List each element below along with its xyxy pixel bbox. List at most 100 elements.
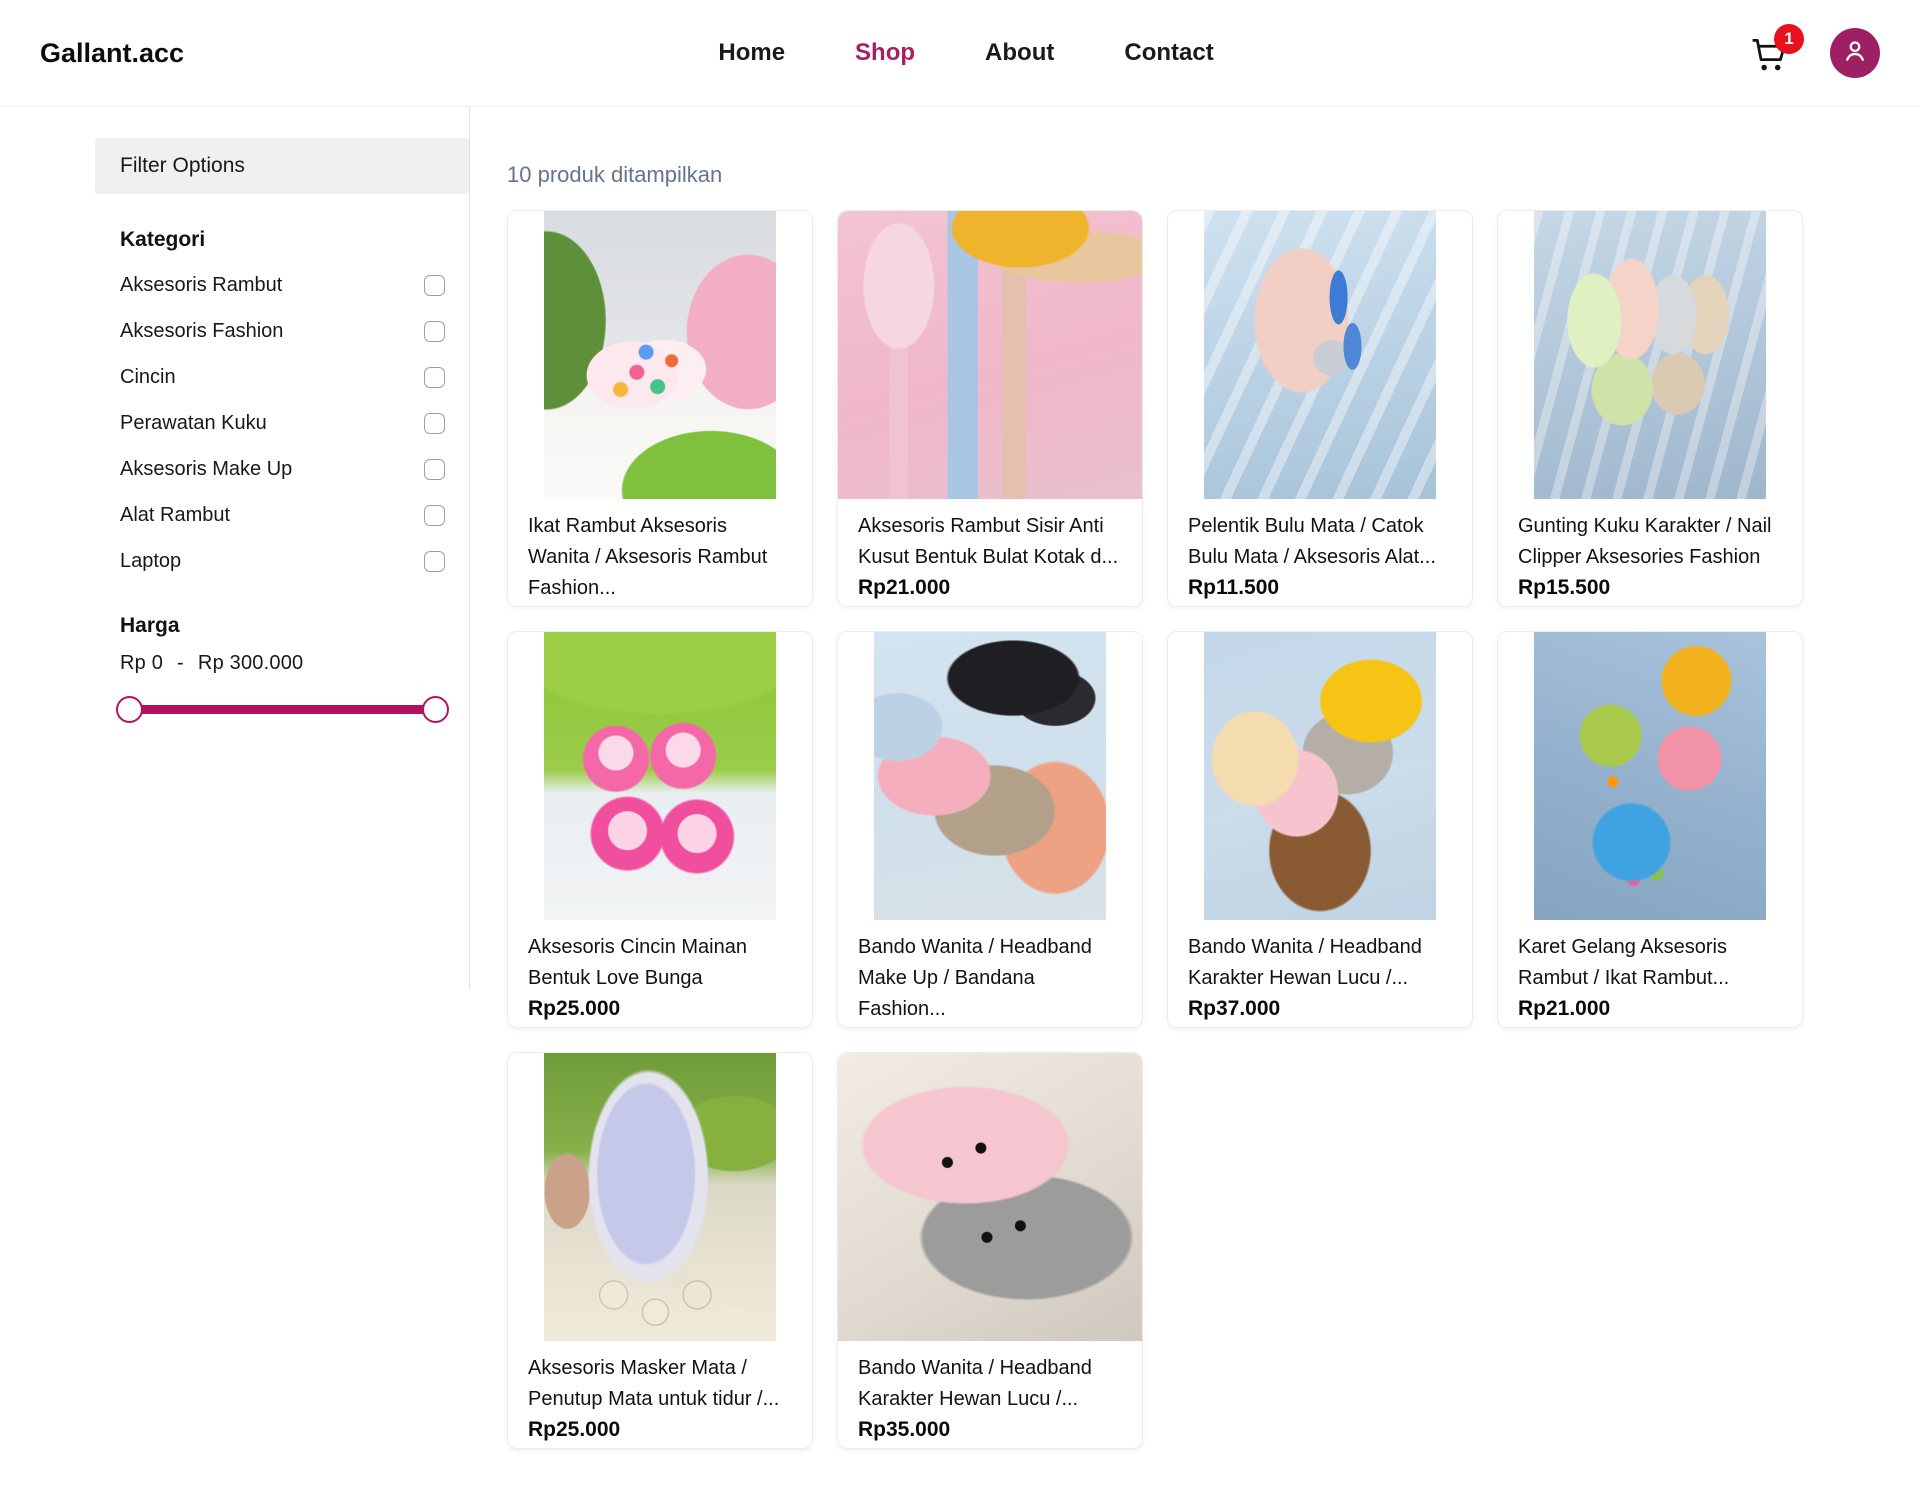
product-price: Rp15.500: [1518, 576, 1782, 600]
product-card[interactable]: Aksesoris Cincin Mainan Bentuk Love Bung…: [507, 631, 813, 1028]
product-photo: [1534, 632, 1766, 920]
product-card[interactable]: Aksesoris Masker Mata / Penutup Mata unt…: [507, 1052, 813, 1449]
product-info: Aksesoris Masker Mata / Penutup Mata unt…: [508, 1341, 812, 1442]
price-separator: -: [177, 652, 184, 674]
product-title: Aksesoris Cincin Mainan Bentuk Love Bung…: [528, 932, 792, 994]
product-image: [838, 632, 1142, 920]
price-range-label: Rp 0-Rp 300.000: [120, 652, 444, 675]
product-image: [1498, 632, 1802, 920]
category-row[interactable]: Aksesoris Rambut: [95, 262, 469, 308]
product-image: [508, 632, 812, 920]
product-photo: [838, 1053, 1142, 1341]
cart-button[interactable]: 1: [1748, 28, 1798, 78]
filter-options-header: Filter Options: [95, 138, 469, 194]
product-photo: [544, 211, 776, 499]
category-checkbox[interactable]: [424, 413, 445, 434]
product-price: Rp25.000: [528, 1418, 792, 1442]
product-image: [838, 211, 1142, 499]
category-row[interactable]: Laptop: [95, 538, 469, 584]
user-icon: [1840, 36, 1870, 71]
product-title: Aksesoris Masker Mata / Penutup Mata unt…: [528, 1353, 792, 1415]
product-card[interactable]: Bando Wanita / Headband Karakter Hewan L…: [1167, 631, 1473, 1028]
price-slider[interactable]: [120, 695, 445, 723]
kategori-heading: Kategori: [120, 228, 444, 252]
product-info: Gunting Kuku Karakter / Nail Clipper Aks…: [1498, 499, 1802, 600]
product-card[interactable]: Karet Gelang Aksesoris Rambut / Ikat Ram…: [1497, 631, 1803, 1028]
results-count: 10 produk ditampilkan: [507, 162, 1920, 188]
product-photo: [1204, 211, 1436, 499]
product-title: Ikat Rambut Aksesoris Wanita / Aksesoris…: [528, 511, 792, 604]
price-slider-handle-min[interactable]: [116, 696, 143, 723]
product-price: Rp25.000: [528, 997, 792, 1021]
user-avatar-button[interactable]: [1830, 28, 1880, 78]
price-max: Rp 300.000: [198, 652, 303, 674]
product-info: Bando Wanita / Headband Karakter Hewan L…: [1168, 920, 1472, 1021]
page-content: Filter Options Kategori Aksesoris Rambut…: [0, 107, 1920, 1449]
price-slider-track[interactable]: [126, 705, 439, 714]
product-image: [508, 211, 812, 499]
product-title: Bando Wanita / Headband Make Up / Bandan…: [858, 932, 1122, 1025]
category-checkbox[interactable]: [424, 505, 445, 526]
product-image: [508, 1053, 812, 1341]
header-icons: 1: [1748, 28, 1880, 78]
product-card[interactable]: Pelentik Bulu Mata / Catok Bulu Mata / A…: [1167, 210, 1473, 607]
nav-about[interactable]: About: [985, 39, 1054, 67]
nav-home[interactable]: Home: [718, 39, 785, 67]
product-title: Bando Wanita / Headband Karakter Hewan L…: [858, 1353, 1122, 1415]
product-area: 10 produk ditampilkan Ikat Rambut Akseso…: [470, 107, 1920, 1449]
category-label: Aksesoris Rambut: [120, 274, 282, 297]
product-image: [1168, 632, 1472, 920]
product-info: Karet Gelang Aksesoris Rambut / Ikat Ram…: [1498, 920, 1802, 1021]
product-title: Gunting Kuku Karakter / Nail Clipper Aks…: [1518, 511, 1782, 573]
category-label: Aksesoris Make Up: [120, 458, 292, 481]
product-card[interactable]: Bando Wanita / Headband Make Up / Bandan…: [837, 631, 1143, 1028]
product-photo: [1204, 632, 1436, 920]
product-photo: [874, 632, 1106, 920]
category-checkbox[interactable]: [424, 275, 445, 296]
product-grid: Ikat Rambut Aksesoris Wanita / Aksesoris…: [507, 210, 1803, 1449]
product-card[interactable]: Ikat Rambut Aksesoris Wanita / Aksesoris…: [507, 210, 813, 607]
product-photo: [838, 211, 1142, 499]
product-photo: [544, 1053, 776, 1341]
nav-contact[interactable]: Contact: [1124, 39, 1213, 67]
category-checkbox[interactable]: [424, 551, 445, 572]
product-info: Ikat Rambut Aksesoris Wanita / Aksesoris…: [508, 499, 812, 607]
category-checkbox[interactable]: [424, 367, 445, 388]
product-info: Bando Wanita / Headband Karakter Hewan L…: [838, 1341, 1142, 1442]
product-info: Aksesoris Cincin Mainan Bentuk Love Bung…: [508, 920, 812, 1021]
category-row[interactable]: Alat Rambut: [95, 492, 469, 538]
product-card[interactable]: Gunting Kuku Karakter / Nail Clipper Aks…: [1497, 210, 1803, 607]
product-price: Rp21.000: [1518, 997, 1782, 1021]
category-row[interactable]: Cincin: [95, 354, 469, 400]
product-card[interactable]: Bando Wanita / Headband Karakter Hewan L…: [837, 1052, 1143, 1449]
cart-badge: 1: [1774, 24, 1804, 54]
product-info: Pelentik Bulu Mata / Catok Bulu Mata / A…: [1168, 499, 1472, 600]
category-label: Aksesoris Fashion: [120, 320, 283, 343]
category-list: Aksesoris Rambut Aksesoris Fashion Cinci…: [95, 262, 469, 584]
harga-heading: Harga: [120, 614, 444, 638]
category-row[interactable]: Aksesoris Make Up: [95, 446, 469, 492]
category-row[interactable]: Aksesoris Fashion: [95, 308, 469, 354]
brand-logo[interactable]: Gallant.acc: [40, 38, 184, 69]
product-image: [1168, 211, 1472, 499]
main-nav: Home Shop About Contact: [184, 39, 1748, 67]
app-header: Gallant.acc Home Shop About Contact 1: [0, 0, 1920, 107]
nav-shop[interactable]: Shop: [855, 39, 915, 67]
category-label: Laptop: [120, 550, 181, 573]
product-photo: [1534, 211, 1766, 499]
product-info: Bando Wanita / Headband Make Up / Bandan…: [838, 920, 1142, 1028]
cart-icon: [1748, 65, 1792, 82]
category-label: Perawatan Kuku: [120, 412, 267, 435]
product-card[interactable]: Aksesoris Rambut Sisir Anti Kusut Bentuk…: [837, 210, 1143, 607]
product-image: [838, 1053, 1142, 1341]
category-label: Alat Rambut: [120, 504, 230, 527]
price-slider-handle-max[interactable]: [422, 696, 449, 723]
category-checkbox[interactable]: [424, 321, 445, 342]
product-price: Rp11.500: [1188, 576, 1452, 600]
filter-sidebar: Filter Options Kategori Aksesoris Rambut…: [95, 107, 470, 990]
category-row[interactable]: Perawatan Kuku: [95, 400, 469, 446]
category-checkbox[interactable]: [424, 459, 445, 480]
product-title: Karet Gelang Aksesoris Rambut / Ikat Ram…: [1518, 932, 1782, 994]
product-title: Bando Wanita / Headband Karakter Hewan L…: [1188, 932, 1452, 994]
product-price: Rp37.000: [1188, 997, 1452, 1021]
